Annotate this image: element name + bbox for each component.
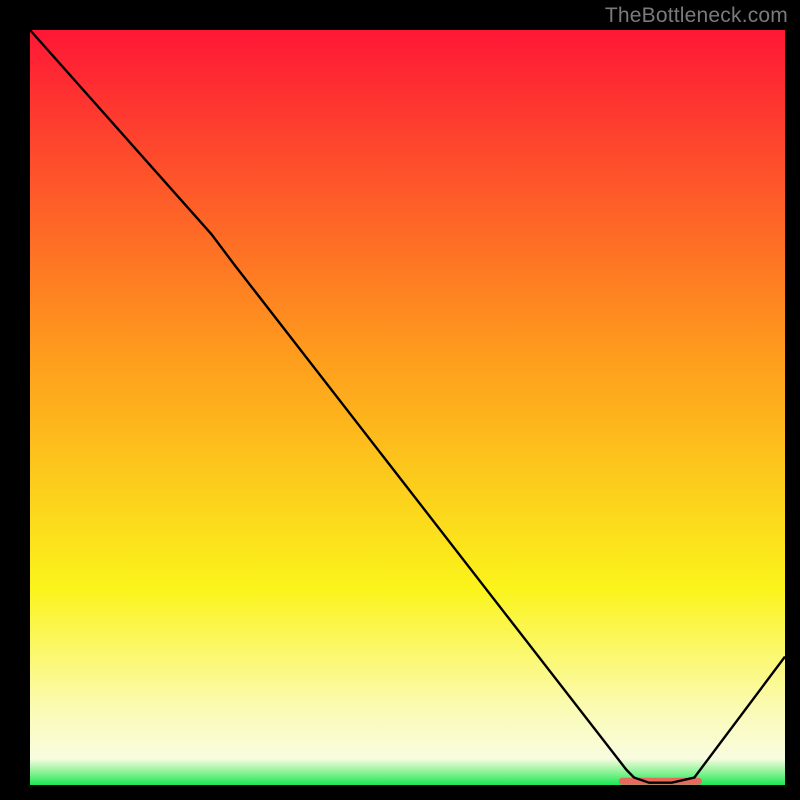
chart-background <box>30 30 785 785</box>
bottleneck-chart <box>30 30 785 785</box>
chart-plot-area <box>30 30 785 785</box>
watermark-text: TheBottleneck.com <box>605 4 788 28</box>
